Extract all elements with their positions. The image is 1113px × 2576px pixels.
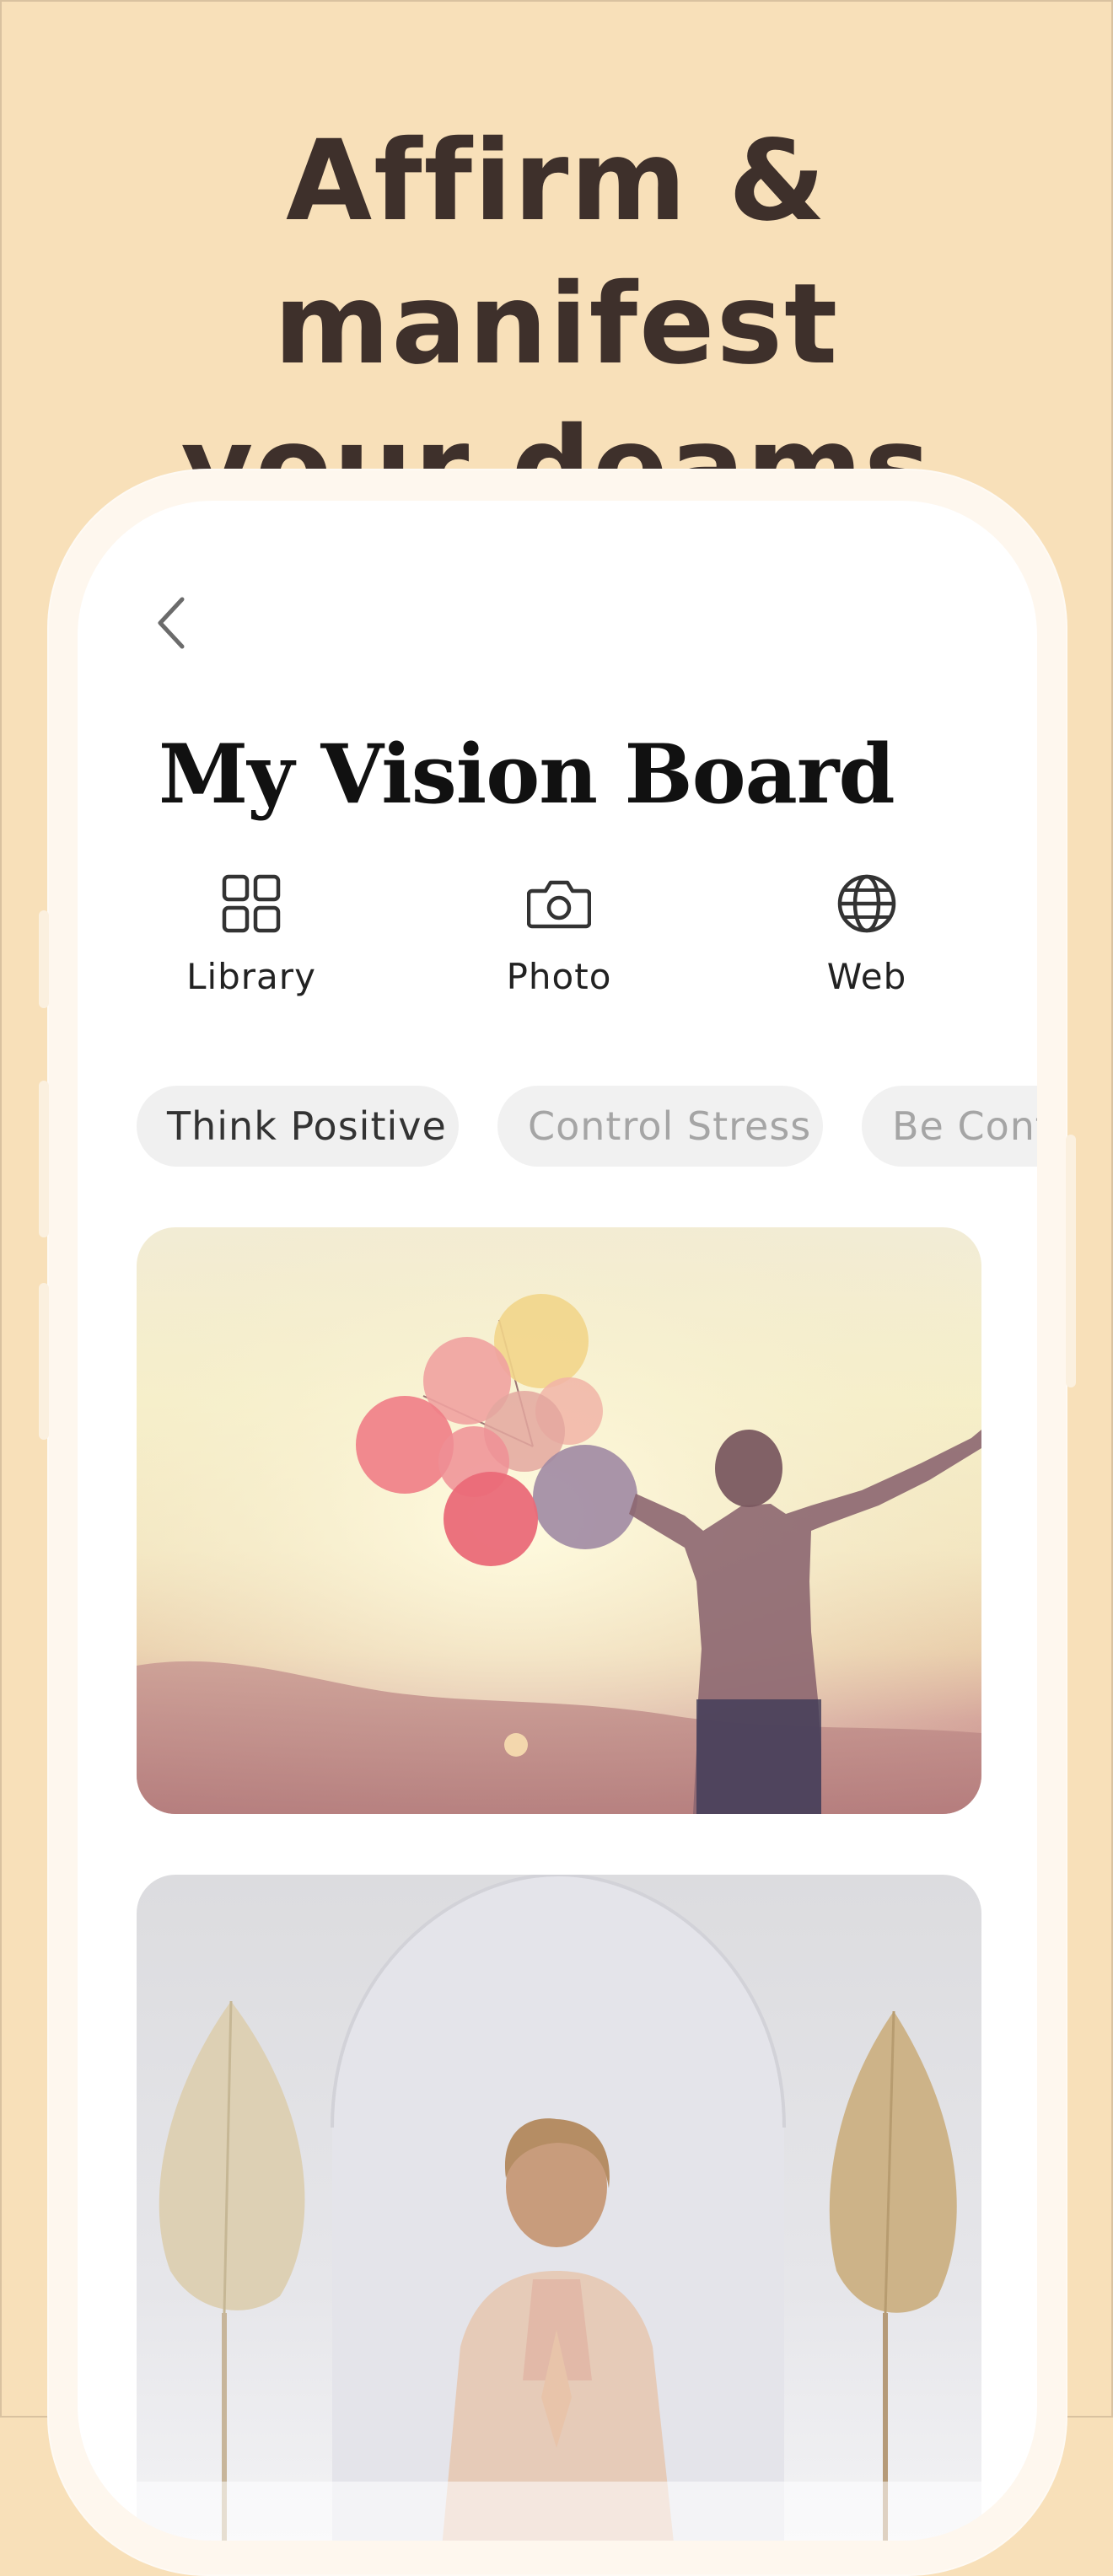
camera-icon [527,880,591,929]
balloons-photo-illustration [137,1227,981,1814]
chip-think-positive[interactable]: Think Positive [137,1086,459,1167]
photo-label: Photo [506,956,612,997]
web-label: Web [826,956,907,997]
headline-line-1: Affirm & manifest [273,116,840,389]
phone-side-button [39,910,49,1008]
add-source-actions: Library Photo Web [78,872,1037,1015]
phone-side-button [39,1283,49,1440]
phone-side-button [1066,1135,1076,1387]
chip-be-confident[interactable]: Be Conf [862,1086,1037,1167]
meditation-photo-illustration [137,1875,981,2541]
library-label: Library [186,956,316,997]
vision-image-balloons[interactable] [137,1227,981,1814]
back-button[interactable] [147,593,197,652]
globe-icon [837,874,896,933]
photo-button[interactable]: Photo [449,872,669,997]
category-chips: Think Positive Control Stress Be Conf [137,1086,1037,1170]
library-button[interactable]: Library [142,872,361,997]
phone-screen: My Vision Board Library Photo Web Think … [78,501,1037,2541]
vision-image-meditation[interactable] [137,1875,981,2541]
page-title: My Vision Board [159,727,895,822]
phone-side-button [39,1081,49,1237]
chevron-left-icon [158,597,185,649]
grid-icon [222,874,281,933]
chip-control-stress[interactable]: Control Stress [497,1086,823,1167]
web-button[interactable]: Web [757,872,976,997]
